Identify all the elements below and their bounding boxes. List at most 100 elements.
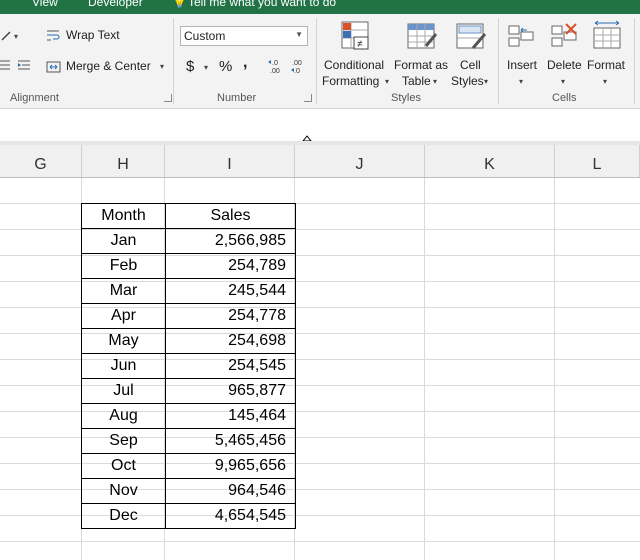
sales-cell[interactable]: 245,544 (165, 278, 296, 304)
chevron-down-icon: ▼ (295, 30, 303, 39)
month-cell[interactable]: Apr (81, 303, 166, 329)
table-header-row: Month Sales (81, 203, 296, 229)
month-cell[interactable]: Jul (81, 378, 166, 404)
chevron-down-icon: ▾ (484, 77, 489, 86)
header-sales[interactable]: Sales (165, 203, 296, 229)
month-cell[interactable]: Dec (81, 503, 166, 529)
chevron-down-icon: ▾ (603, 77, 608, 86)
delete-label: Delete (547, 58, 582, 72)
table-row: Aug 145,464 (81, 403, 296, 429)
conditional-formatting-button[interactable]: ≠ Conditional Formatting ▾ (322, 18, 390, 90)
format-as-table-button[interactable]: Format as Table ▾ (392, 18, 448, 90)
orientation-icon: ▾ (1, 31, 18, 41)
chevron-down-icon: ▾ (561, 77, 566, 86)
indent-icon (0, 60, 30, 70)
month-cell[interactable]: Jun (81, 353, 166, 379)
conditional-formatting-icon: ≠ (341, 21, 369, 50)
grid-line (424, 178, 425, 560)
sales-cell[interactable]: 145,464 (165, 403, 296, 429)
column-header-k[interactable]: K (425, 145, 555, 177)
insert-button[interactable]: Insert ▾ (504, 18, 540, 90)
sales-cell[interactable]: 4,654,545 (165, 503, 296, 529)
number-group-label: Number (217, 92, 257, 104)
format-cells-button[interactable]: Format ▾ (586, 18, 630, 90)
alignment-dialog-launcher[interactable] (164, 94, 172, 102)
month-cell[interactable]: Sep (81, 428, 166, 454)
svg-text:.0: .0 (272, 60, 278, 67)
grid-line (554, 178, 555, 560)
sales-cell[interactable]: 254,789 (165, 253, 296, 279)
chevron-down-icon: ▾ (385, 77, 390, 86)
column-header-h[interactable]: H (82, 145, 165, 177)
header-month[interactable]: Month (81, 203, 166, 229)
format-label: Format (587, 58, 626, 72)
format-as-table-label-1: Format as (394, 58, 449, 72)
format-as-table-label-2: Table (402, 74, 431, 88)
comma-style-button[interactable]: , (243, 54, 247, 72)
grid-line (0, 541, 640, 542)
month-cell[interactable]: Feb (81, 253, 166, 279)
tab-view[interactable]: View (32, 0, 58, 9)
sales-cell[interactable]: 254,778 (165, 303, 296, 329)
conditional-formatting-label-2: Formatting (322, 74, 380, 88)
table-row: Apr 254,778 (81, 303, 296, 329)
ribbon: ▾ Wrap Text Merge & Center ▾ Alignment C… (0, 14, 640, 109)
group-divider (498, 18, 499, 104)
month-cell[interactable]: May (81, 328, 166, 354)
decrease-decimal-button[interactable]: .00.0 (290, 58, 308, 74)
formula-bar[interactable] (0, 109, 640, 161)
sales-cell[interactable]: 9,965,656 (165, 453, 296, 479)
tell-me-search[interactable]: Tell me what you want to do (188, 0, 336, 9)
title-bar: View Developer 💡 Tell me what you want t… (0, 0, 640, 14)
wrap-text-icon (47, 30, 60, 41)
column-header-l[interactable]: L (555, 145, 640, 177)
increase-decimal-icon: .0.00 (268, 60, 280, 74)
currency-button[interactable]: $ (186, 58, 194, 75)
group-divider (316, 18, 317, 104)
sales-cell[interactable]: 965,877 (165, 378, 296, 404)
group-divider (634, 18, 635, 104)
svg-text:.00: .00 (292, 60, 302, 67)
currency-dropdown-icon[interactable]: ▾ (204, 63, 208, 72)
month-cell[interactable]: Aug (81, 403, 166, 429)
insert-cells-icon (508, 25, 534, 47)
cell-styles-label-2: Styles (451, 74, 484, 88)
month-cell[interactable]: Jan (81, 228, 166, 254)
table-row: Jun 254,545 (81, 353, 296, 379)
increase-decimal-button[interactable]: .0.00 (268, 58, 286, 74)
indent-buttons[interactable] (0, 59, 34, 73)
sales-cell[interactable]: 2,566,985 (165, 228, 296, 254)
tab-developer[interactable]: Developer (88, 0, 143, 9)
format-cells-icon (593, 20, 621, 49)
table-row: Oct 9,965,656 (81, 453, 296, 479)
alignment-group-label: Alignment (10, 92, 59, 104)
percent-button[interactable]: % (219, 58, 232, 75)
svg-text:▾: ▾ (14, 32, 18, 41)
group-divider (173, 18, 174, 104)
decrease-decimal-icon: .00.0 (291, 60, 302, 74)
cell-styles-button[interactable]: Cell Styles ▾ (450, 18, 494, 90)
merge-center-icon (46, 61, 61, 73)
sales-cell[interactable]: 5,465,456 (165, 428, 296, 454)
table-row: Mar 245,544 (81, 278, 296, 304)
table-row: May 254,698 (81, 328, 296, 354)
number-dialog-launcher[interactable] (304, 94, 312, 102)
month-cell[interactable]: Mar (81, 278, 166, 304)
cell-styles-icon (456, 23, 487, 49)
sales-cell[interactable]: 964,546 (165, 478, 296, 504)
column-header-i[interactable]: I (165, 145, 295, 177)
lightbulb-icon: 💡 (172, 0, 187, 9)
month-cell[interactable]: Nov (81, 478, 166, 504)
column-header-g[interactable]: G (0, 145, 82, 177)
wrap-text-label: Wrap Text (66, 28, 120, 42)
orientation-button[interactable]: ▾ (0, 28, 22, 42)
svg-text:≠: ≠ (357, 39, 363, 50)
column-header-j[interactable]: J (295, 145, 425, 177)
merge-dropdown-icon[interactable]: ▾ (160, 62, 164, 71)
sales-cell[interactable]: 254,545 (165, 353, 296, 379)
table-row: Feb 254,789 (81, 253, 296, 279)
month-cell[interactable]: Oct (81, 453, 166, 479)
sales-cell[interactable]: 254,698 (165, 328, 296, 354)
number-format-select[interactable]: Custom ▼ (180, 26, 308, 46)
delete-button[interactable]: Delete ▾ (544, 18, 584, 90)
